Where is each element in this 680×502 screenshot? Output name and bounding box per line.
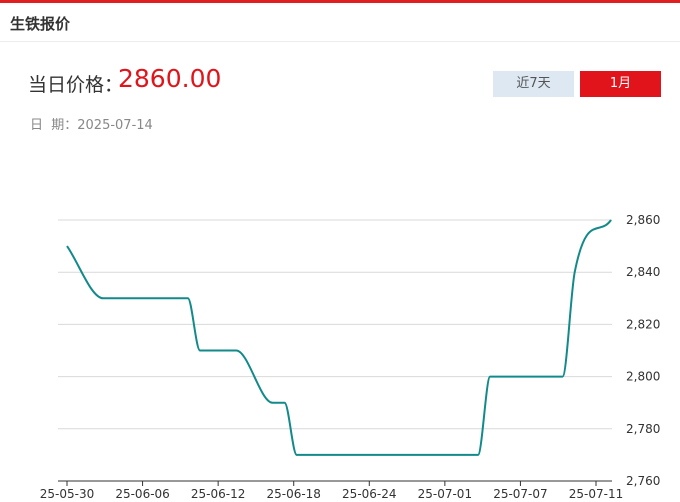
- data-point: [210, 349, 214, 353]
- data-point: [452, 453, 456, 457]
- price-line-chart: 2,760 2,780 2,800 2,820 2,840 2,860 25-05-30 25…: [40, 213, 661, 501]
- x-tick-label: 25-06-18: [266, 487, 320, 501]
- price-series-line: [66, 219, 612, 456]
- y-tick-label: 2,840: [626, 265, 660, 279]
- y-tick-label: 2,760: [626, 474, 660, 488]
- data-point: [150, 296, 154, 300]
- data-point: [440, 453, 444, 457]
- data-point: [65, 244, 69, 248]
- data-point: [549, 375, 553, 379]
- data-point: [222, 349, 226, 353]
- data-point: [464, 453, 468, 457]
- data-point: [367, 453, 371, 457]
- data-point: [125, 296, 129, 300]
- data-point: [561, 375, 565, 379]
- data-point: [198, 349, 202, 353]
- data-point: [101, 296, 105, 300]
- y-tick-label: 2,780: [626, 422, 660, 436]
- data-point: [476, 453, 480, 457]
- data-point: [186, 296, 190, 300]
- data-point: [403, 453, 407, 457]
- x-tick-label: 25-06-06: [115, 487, 169, 501]
- x-tick-label: 25-07-11: [569, 487, 623, 501]
- data-point: [113, 296, 117, 300]
- data-point: [283, 401, 287, 405]
- data-point: [234, 349, 238, 353]
- data-point: [295, 453, 299, 457]
- y-tick-label: 2,820: [626, 317, 660, 331]
- y-tick-label: 2,800: [626, 370, 660, 384]
- data-point: [379, 453, 383, 457]
- x-tick-label: 25-05-30: [40, 487, 94, 501]
- data-point: [488, 375, 492, 379]
- data-point: [271, 401, 275, 405]
- y-tick-label: 2,860: [626, 213, 660, 227]
- x-tick-label: 25-07-07: [493, 487, 547, 501]
- data-point: [573, 270, 577, 274]
- data-point: [355, 453, 359, 457]
- data-point: [307, 453, 311, 457]
- data-point: [391, 453, 395, 457]
- x-tick-label: 25-06-24: [342, 487, 396, 501]
- data-point: [609, 218, 613, 222]
- x-tick-label: 25-06-12: [191, 487, 245, 501]
- data-point: [138, 296, 142, 300]
- data-point: [524, 375, 528, 379]
- x-tick-label: 25-07-01: [418, 487, 472, 501]
- data-point: [319, 453, 323, 457]
- data-point: [536, 375, 540, 379]
